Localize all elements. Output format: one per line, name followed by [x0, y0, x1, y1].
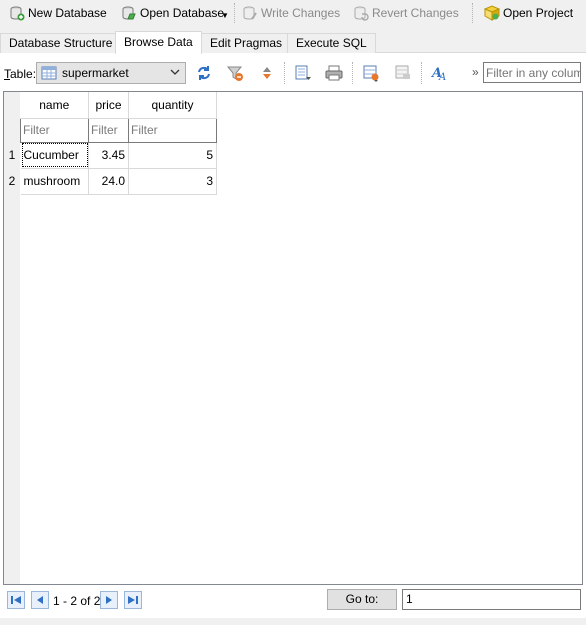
- browse-toolbar: Table: supermarket A A » Filter in any c…: [0, 60, 586, 88]
- write-changes-button[interactable]: Write Changes: [242, 2, 340, 24]
- cell-price[interactable]: 3.45: [88, 142, 129, 169]
- tab-database-structure[interactable]: Database Structure: [0, 33, 122, 53]
- new-database-label: New Database: [28, 6, 107, 20]
- cell-quantity[interactable]: 3: [128, 168, 217, 195]
- revert-changes-button[interactable]: Revert Changes: [353, 2, 459, 24]
- open-database-dropdown-icon[interactable]: ▼: [221, 11, 229, 20]
- open-project-icon: [483, 5, 501, 21]
- revert-changes-label: Revert Changes: [372, 6, 459, 20]
- tab-browse-data[interactable]: Browse Data: [115, 31, 202, 54]
- filter-price-input[interactable]: Filter: [88, 117, 129, 143]
- data-grid: 1 2 name price quantity Filter Filter Fi…: [3, 91, 583, 585]
- filter-any-column-input[interactable]: [483, 62, 581, 83]
- delete-record-icon[interactable]: [394, 64, 412, 82]
- sort-order-icon[interactable]: [258, 64, 276, 82]
- cell-price[interactable]: 24.0: [88, 168, 129, 195]
- open-project-button[interactable]: Open Project: [483, 2, 574, 24]
- insert-record-icon[interactable]: [362, 64, 380, 82]
- table-label: Table:: [4, 67, 37, 81]
- first-record-icon[interactable]: [7, 591, 25, 609]
- column-header-price[interactable]: price: [88, 92, 129, 119]
- toolbar-separator: [284, 62, 285, 84]
- main-tab-bar: Database Structure Browse Data Edit Prag…: [0, 31, 586, 54]
- text-format-icon[interactable]: AA: [430, 64, 449, 83]
- goto-button[interactable]: Go to:: [327, 589, 397, 610]
- save-table-icon[interactable]: [294, 64, 312, 82]
- previous-record-icon[interactable]: [31, 591, 49, 609]
- row-number[interactable]: 2: [4, 168, 20, 194]
- table-row: Cucumber 3.45 5: [20, 142, 217, 169]
- write-changes-label: Write Changes: [261, 6, 341, 20]
- tab-execute-sql[interactable]: Execute SQL: [287, 33, 376, 53]
- filter-name-input[interactable]: Filter: [20, 117, 89, 143]
- browse-data-panel: Table: supermarket A A » Filter in any c…: [0, 53, 586, 625]
- print-icon[interactable]: [325, 64, 343, 82]
- record-range-label: 1 - 2 of 2: [53, 594, 101, 608]
- cell-quantity[interactable]: 5: [128, 142, 217, 169]
- toolbar-separator: [234, 3, 235, 23]
- next-record-icon[interactable]: [100, 591, 118, 609]
- toolbar-separator: [352, 62, 353, 84]
- column-header-name[interactable]: name: [20, 92, 89, 119]
- record-navigation: 1 - 2 of 2 Go to: 1: [0, 588, 586, 614]
- column-header-quantity[interactable]: quantity: [128, 92, 217, 119]
- goto-input[interactable]: 1: [402, 589, 581, 610]
- open-database-label: Open Database: [140, 6, 225, 20]
- filter-quantity-input[interactable]: Filter: [128, 117, 217, 143]
- write-changes-icon: [242, 5, 258, 21]
- table-row: mushroom 24.0 3: [20, 168, 217, 195]
- toolbar-separator: [472, 3, 473, 23]
- new-database-button[interactable]: New Database: [9, 2, 107, 24]
- table-icon: [41, 65, 57, 81]
- more-chevron-icon[interactable]: »: [472, 65, 479, 79]
- selected-table-name: supermarket: [62, 66, 129, 80]
- clear-filters-icon[interactable]: [226, 64, 244, 82]
- data-table: name price quantity Filter Filter Filter…: [20, 92, 217, 195]
- filter-row: Filter Filter Filter: [20, 117, 217, 143]
- chevron-down-icon: [170, 67, 180, 80]
- table-selector[interactable]: supermarket: [36, 62, 186, 84]
- open-database-button[interactable]: Open Database: [121, 2, 224, 24]
- column-header-row: name price quantity: [20, 92, 217, 119]
- toolbar-separator: [421, 62, 422, 84]
- cell-name[interactable]: mushroom: [20, 168, 89, 195]
- open-database-icon: [121, 5, 137, 21]
- last-record-icon[interactable]: [124, 591, 142, 609]
- open-project-label: Open Project: [503, 6, 574, 20]
- row-number[interactable]: 1: [4, 142, 20, 168]
- tab-edit-pragmas[interactable]: Edit Pragmas: [201, 33, 292, 53]
- refresh-icon[interactable]: [195, 64, 213, 82]
- main-toolbar: New Database Open Database ▼ Write Chang…: [0, 0, 586, 26]
- cell-name[interactable]: Cucumber: [20, 142, 89, 169]
- status-bar: [0, 618, 586, 625]
- new-database-icon: [9, 5, 25, 21]
- revert-changes-icon: [353, 5, 369, 21]
- svg-text:A: A: [438, 72, 446, 82]
